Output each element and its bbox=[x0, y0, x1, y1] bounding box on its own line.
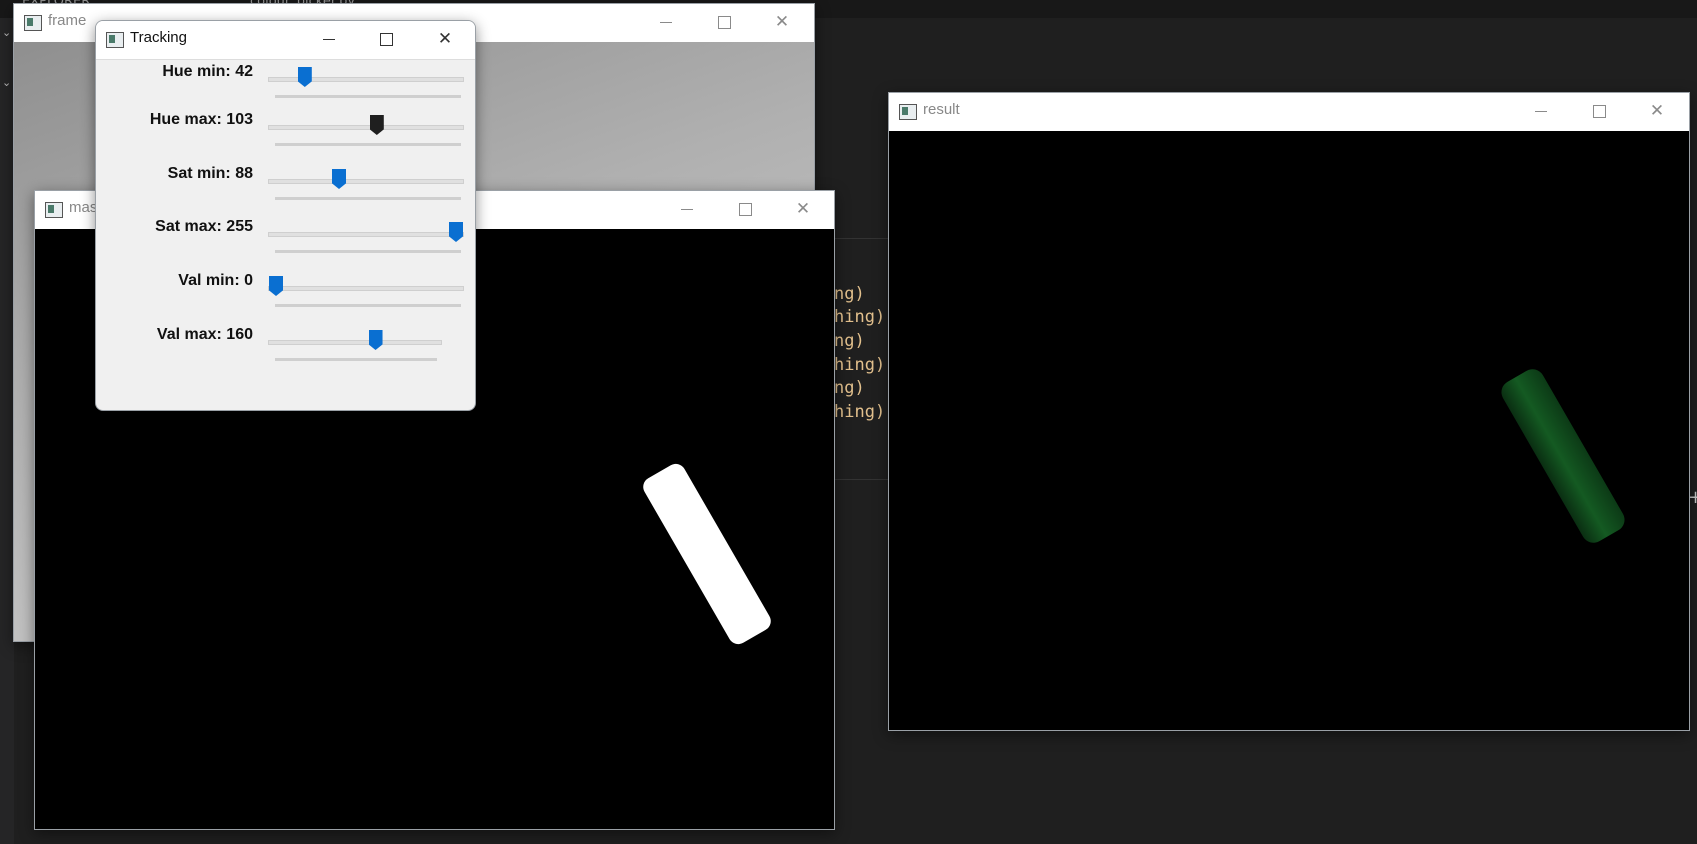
close-button[interactable]: ✕ bbox=[423, 25, 467, 53]
trackbar-val-max: Val max: 160 bbox=[96, 326, 475, 376]
maximize-button[interactable] bbox=[364, 25, 408, 53]
trackbar-sat-min: Sat min: 88 bbox=[96, 165, 475, 215]
close-icon: ✕ bbox=[1649, 101, 1665, 121]
trackbar-thumb[interactable] bbox=[449, 222, 463, 242]
maximize-icon bbox=[1592, 104, 1606, 118]
result-window: result ✕ bbox=[888, 92, 1690, 731]
minimize-icon bbox=[660, 21, 672, 23]
minimize-icon bbox=[323, 38, 335, 40]
chevron-down-icon[interactable]: ⌄ bbox=[2, 76, 11, 89]
minimize-button[interactable] bbox=[644, 8, 688, 36]
close-button[interactable]: ✕ bbox=[1635, 97, 1679, 125]
window-title: result bbox=[923, 101, 960, 118]
app-icon bbox=[899, 104, 917, 120]
trackbar-groove bbox=[275, 358, 437, 361]
code-line: ng) bbox=[834, 331, 865, 351]
trackbar-track[interactable] bbox=[268, 77, 464, 82]
minimize-icon bbox=[681, 208, 693, 210]
trackbar-sat-max: Sat max: 255 bbox=[96, 218, 475, 268]
trackbar-label: Sat max: 255 bbox=[155, 218, 253, 235]
trackbar-thumb[interactable] bbox=[369, 115, 384, 135]
result-titlebar[interactable]: result ✕ bbox=[889, 93, 1689, 129]
minimize-button[interactable] bbox=[665, 195, 709, 223]
maximize-icon bbox=[717, 15, 731, 29]
close-icon: ✕ bbox=[774, 12, 790, 32]
tracking-titlebar[interactable]: Tracking ✕ bbox=[96, 21, 475, 60]
trackbar-hue-min: Hue min: 42 bbox=[96, 63, 475, 113]
trackbar-groove bbox=[275, 304, 461, 307]
trackbar-groove bbox=[275, 197, 461, 200]
trackbar-thumb[interactable] bbox=[332, 169, 346, 189]
minimize-icon bbox=[1535, 110, 1547, 112]
trackbar-hue-max: Hue max: 103 bbox=[96, 111, 475, 161]
trackbar-track[interactable] bbox=[268, 286, 464, 291]
trackbar-thumb[interactable] bbox=[269, 276, 283, 296]
app-icon bbox=[106, 32, 124, 48]
window-title: frame bbox=[48, 12, 87, 29]
maximize-button[interactable] bbox=[702, 8, 746, 36]
activity-gutter: ⌄ ⌄ bbox=[0, 18, 14, 844]
trackbar-groove bbox=[275, 143, 461, 146]
close-icon: ✕ bbox=[437, 29, 453, 49]
close-button[interactable]: ✕ bbox=[760, 8, 804, 36]
minimize-button[interactable] bbox=[307, 25, 351, 53]
close-button[interactable]: ✕ bbox=[781, 195, 825, 223]
trackbar-track[interactable] bbox=[268, 232, 464, 237]
trackbar-track[interactable] bbox=[268, 179, 464, 184]
trackbar-thumb[interactable] bbox=[368, 330, 383, 350]
trackbar-groove bbox=[275, 95, 461, 98]
maximize-icon bbox=[379, 32, 393, 46]
window-title: Tracking bbox=[130, 29, 187, 46]
trackbar-track[interactable] bbox=[268, 340, 442, 345]
maximize-button[interactable] bbox=[1577, 97, 1621, 125]
maximize-button[interactable] bbox=[723, 195, 767, 223]
trackbar-track[interactable] bbox=[268, 125, 464, 130]
code-line: hing) bbox=[834, 307, 886, 327]
code-line: hing) bbox=[834, 402, 886, 422]
trackbar-thumb[interactable] bbox=[297, 67, 312, 87]
code-line: hing) bbox=[834, 355, 886, 375]
trackbar-label: Val max: 160 bbox=[156, 326, 253, 343]
chevron-down-icon[interactable]: ⌄ bbox=[2, 26, 11, 39]
trackbar-label: Hue max: 103 bbox=[149, 111, 253, 128]
trackbar-groove bbox=[275, 250, 461, 253]
app-icon bbox=[45, 202, 63, 218]
tracking-window: Tracking ✕ Hue min: 42 Hue max: 103 Sat … bbox=[95, 20, 476, 411]
trackbar-label: Sat min: 88 bbox=[167, 165, 253, 182]
minimize-button[interactable] bbox=[1519, 97, 1563, 125]
trackbar-label: Hue min: 42 bbox=[162, 63, 253, 80]
code-line: ng) bbox=[834, 284, 865, 304]
app-icon bbox=[24, 15, 42, 31]
code-line: ng) bbox=[834, 378, 865, 398]
close-icon: ✕ bbox=[795, 199, 811, 219]
trackbar-label: Val min: 0 bbox=[178, 272, 253, 289]
maximize-icon bbox=[738, 202, 752, 216]
trackbar-val-min: Val min: 0 bbox=[96, 272, 475, 322]
